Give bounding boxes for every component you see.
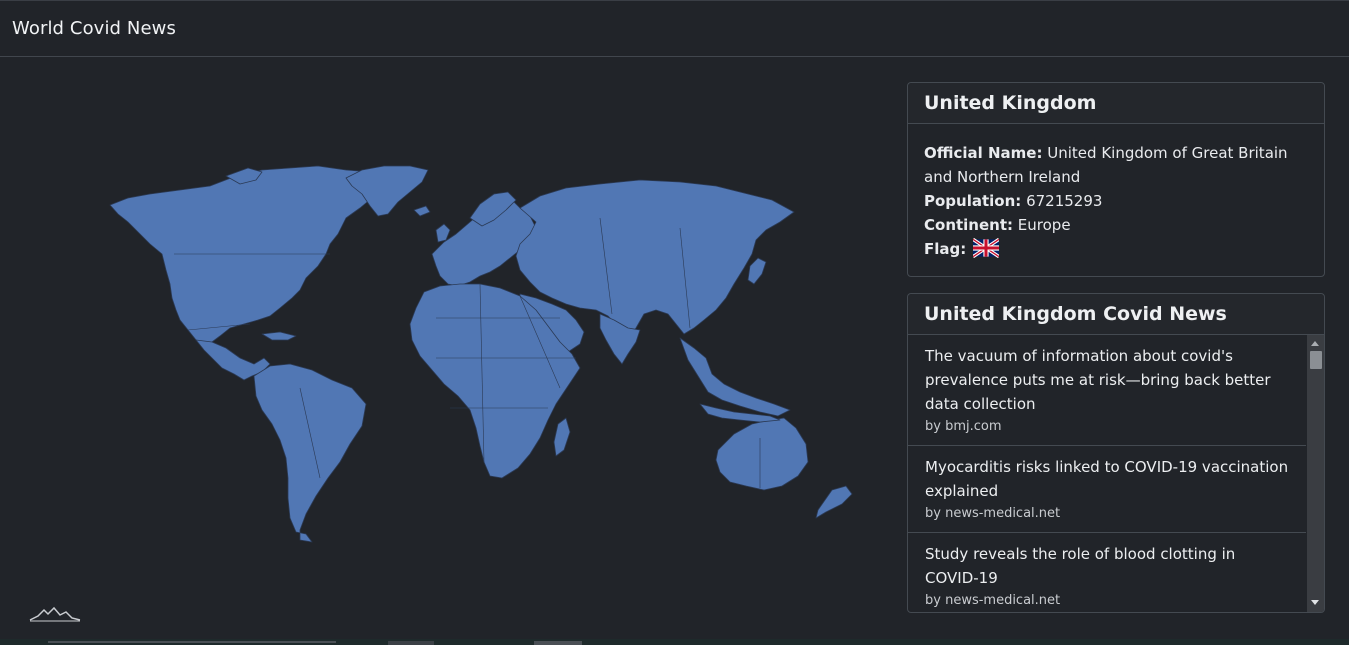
country-iceland — [413, 205, 431, 217]
country-madagascar — [553, 417, 571, 457]
country-japan — [747, 257, 767, 285]
continent-label: Continent: — [924, 216, 1014, 234]
scroll-down-arrow-icon[interactable] — [1311, 600, 1319, 605]
scroll-up-arrow-icon[interactable] — [1311, 341, 1319, 346]
country-caribbean — [261, 331, 297, 341]
news-item[interactable]: Study reveals the role of blood clotting… — [908, 533, 1306, 612]
news-item-source: by bmj.com — [925, 419, 1002, 434]
country-info-body: Official Name: United Kingdom of Great B… — [908, 124, 1324, 261]
official-name-label: Official Name: — [924, 144, 1043, 162]
news-card-title: United Kingdom Covid News — [908, 294, 1324, 335]
population-row: Population: 67215293 — [924, 189, 1308, 213]
news-item-title[interactable]: Study reveals the role of blood clotting… — [925, 542, 1290, 590]
news-item-source: by news-medical.net — [925, 506, 1061, 521]
world-map-svg[interactable] — [0, 58, 895, 645]
flag-row: Flag: — [924, 237, 1308, 261]
population-label: Population: — [924, 192, 1022, 210]
country-new-zealand — [815, 485, 853, 519]
country-info-card: United Kingdom Official Name: United Kin… — [907, 82, 1325, 277]
news-item-title[interactable]: Myocarditis risks linked to COVID-19 vac… — [925, 455, 1290, 503]
flag-label: Flag: — [924, 240, 967, 258]
country-southeast-asia — [679, 337, 791, 417]
official-name-row: Official Name: United Kingdom of Great B… — [924, 141, 1308, 189]
news-item[interactable]: The vacuum of information about covid's … — [908, 335, 1306, 446]
navbar: World Covid News — [0, 0, 1349, 57]
scrollbar-thumb[interactable] — [1310, 351, 1322, 369]
news-item-title[interactable]: The vacuum of information about covid's … — [925, 344, 1290, 416]
continent-value: Europe — [1017, 216, 1071, 234]
map-attribution-strip — [0, 639, 1349, 645]
news-scrollbar[interactable] — [1307, 335, 1324, 612]
map-logo-icon — [29, 606, 81, 622]
country-south-america — [253, 363, 367, 543]
continent-row: Continent: Europe — [924, 213, 1308, 237]
news-item-source: by news-medical.net — [925, 593, 1061, 608]
country-news-card: United Kingdom Covid News The vacuum of … — [907, 293, 1325, 613]
news-item[interactable]: Myocarditis risks linked to COVID-19 vac… — [908, 446, 1306, 533]
population-value: 67215293 — [1026, 192, 1103, 210]
country-australia — [715, 417, 809, 491]
world-map[interactable] — [0, 58, 895, 645]
news-list[interactable]: The vacuum of information about covid's … — [908, 335, 1306, 612]
country-name-heading: United Kingdom — [908, 83, 1324, 124]
app-title[interactable]: World Covid News — [12, 18, 176, 39]
uk-flag-icon — [973, 237, 1000, 259]
